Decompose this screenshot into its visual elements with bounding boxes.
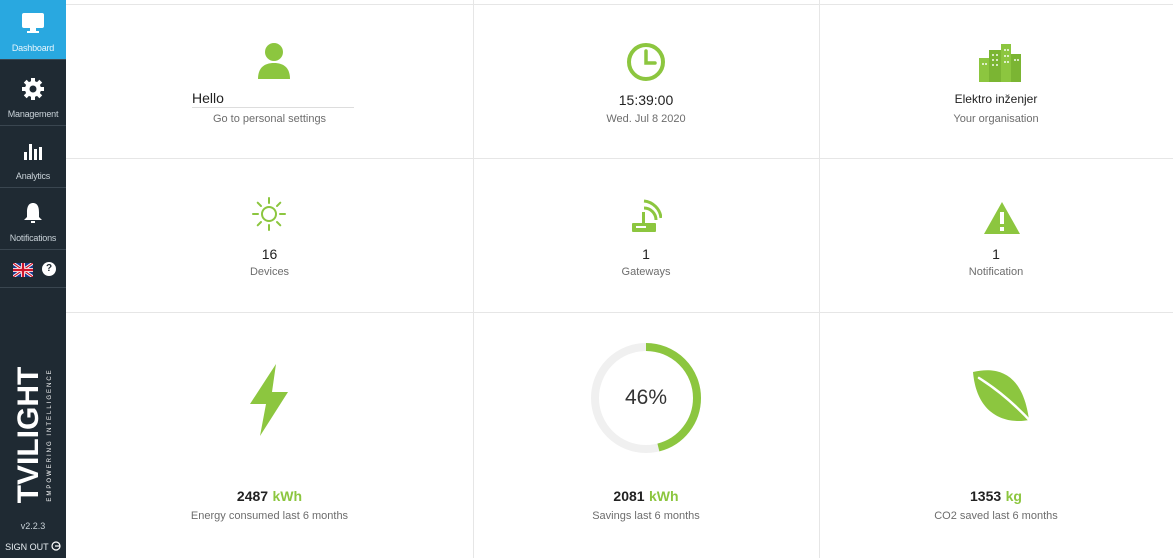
savings-value-row: 2081 kWh [473, 488, 819, 506]
sun-icon [252, 197, 286, 231]
uk-flag-icon[interactable] [13, 263, 33, 277]
devices-count: 16 [261, 246, 278, 262]
notifications-label: Notification [968, 266, 1024, 278]
energy-unit: kWh [272, 488, 303, 504]
clock-icon [627, 43, 665, 81]
sidebar-item-dashboard[interactable]: Dashboard [0, 0, 66, 60]
co2-unit: kg [1005, 488, 1022, 504]
sidebar: Dashboard Management Analytics Notificat… [0, 0, 66, 558]
sign-out-button[interactable]: SIGN OUT [0, 541, 66, 552]
savings-unit: kWh [649, 488, 679, 504]
brand-tagline: EMPOWERING INTELLIGENCE [47, 368, 53, 501]
bell-icon [24, 203, 42, 223]
user-card[interactable]: Hello Go to personal settings [66, 4, 473, 158]
sign-out-label: SIGN OUT [5, 542, 49, 552]
energy-value-row: 2487 kWh [66, 488, 473, 506]
devices-label: Devices [249, 266, 290, 278]
language-row: ? [0, 254, 66, 288]
savings-percent: 46% [624, 386, 668, 409]
dashboard-grid: Hello Go to personal settings 15:39:00 W… [66, 0, 1173, 558]
gateways-card[interactable]: 1 Gateways [473, 158, 819, 312]
organisation-card[interactable]: Elektro inženjer Your organisation [819, 4, 1173, 158]
monitor-icon [22, 13, 44, 33]
organisation-name: Elektro inženjer [954, 92, 1038, 106]
notifications-card[interactable]: 1 Notification [819, 158, 1173, 312]
brand-logo: TVILIGHT EMPOWERING INTELLIGENCE [12, 367, 53, 504]
co2-value: 1353 [970, 488, 1002, 504]
savings-card: 46% 2081 kWh Savings last 6 months [473, 312, 819, 558]
co2-value-row: 1353 kg [819, 488, 1173, 506]
energy-label: Energy consumed last 6 months [190, 510, 349, 522]
current-date: Wed. Jul 8 2020 [606, 113, 686, 125]
lightning-icon [250, 364, 288, 436]
user-icon [258, 43, 290, 79]
current-time: 15:39:00 [618, 92, 674, 108]
version-label: v2.2.3 [20, 521, 46, 531]
sidebar-item-notifications[interactable]: Notifications [0, 190, 66, 250]
brand-name: TVILIGHT [12, 367, 45, 504]
warning-icon [984, 202, 1020, 234]
gateways-count: 1 [642, 246, 650, 262]
energy-card: 2487 kWh Energy consumed last 6 months [66, 312, 473, 558]
sidebar-item-label: Notifications [9, 233, 57, 243]
bar-chart-icon [24, 144, 42, 160]
sidebar-item-analytics[interactable]: Analytics [0, 128, 66, 188]
clock-card: 15:39:00 Wed. Jul 8 2020 [473, 4, 819, 158]
gear-icon [22, 78, 44, 100]
savings-label: Savings last 6 months [592, 510, 700, 522]
notifications-count: 1 [992, 246, 1000, 262]
greeting: Hello [192, 90, 224, 106]
organisation-label: Your organisation [953, 113, 1039, 125]
leaf-icon [973, 370, 1035, 426]
personal-settings-link[interactable]: Go to personal settings [66, 113, 473, 125]
co2-label: CO2 saved last 6 months [934, 510, 1058, 522]
devices-card[interactable]: 16 Devices [66, 158, 473, 312]
buildings-icon [979, 44, 1021, 82]
sidebar-item-label: Dashboard [11, 43, 55, 53]
help-icon[interactable]: ? [42, 262, 56, 276]
gateway-icon [632, 199, 662, 232]
savings-value: 2081 [613, 488, 645, 504]
username-underline [192, 107, 354, 108]
sidebar-item-label: Management [7, 109, 59, 119]
energy-value: 2487 [236, 488, 269, 504]
sidebar-item-management[interactable]: Management [0, 66, 66, 126]
gateways-label: Gateways [621, 266, 671, 278]
sidebar-item-label: Analytics [15, 171, 51, 181]
co2-card: 1353 kg CO2 saved last 6 months [819, 312, 1173, 558]
sign-out-icon [51, 541, 61, 551]
